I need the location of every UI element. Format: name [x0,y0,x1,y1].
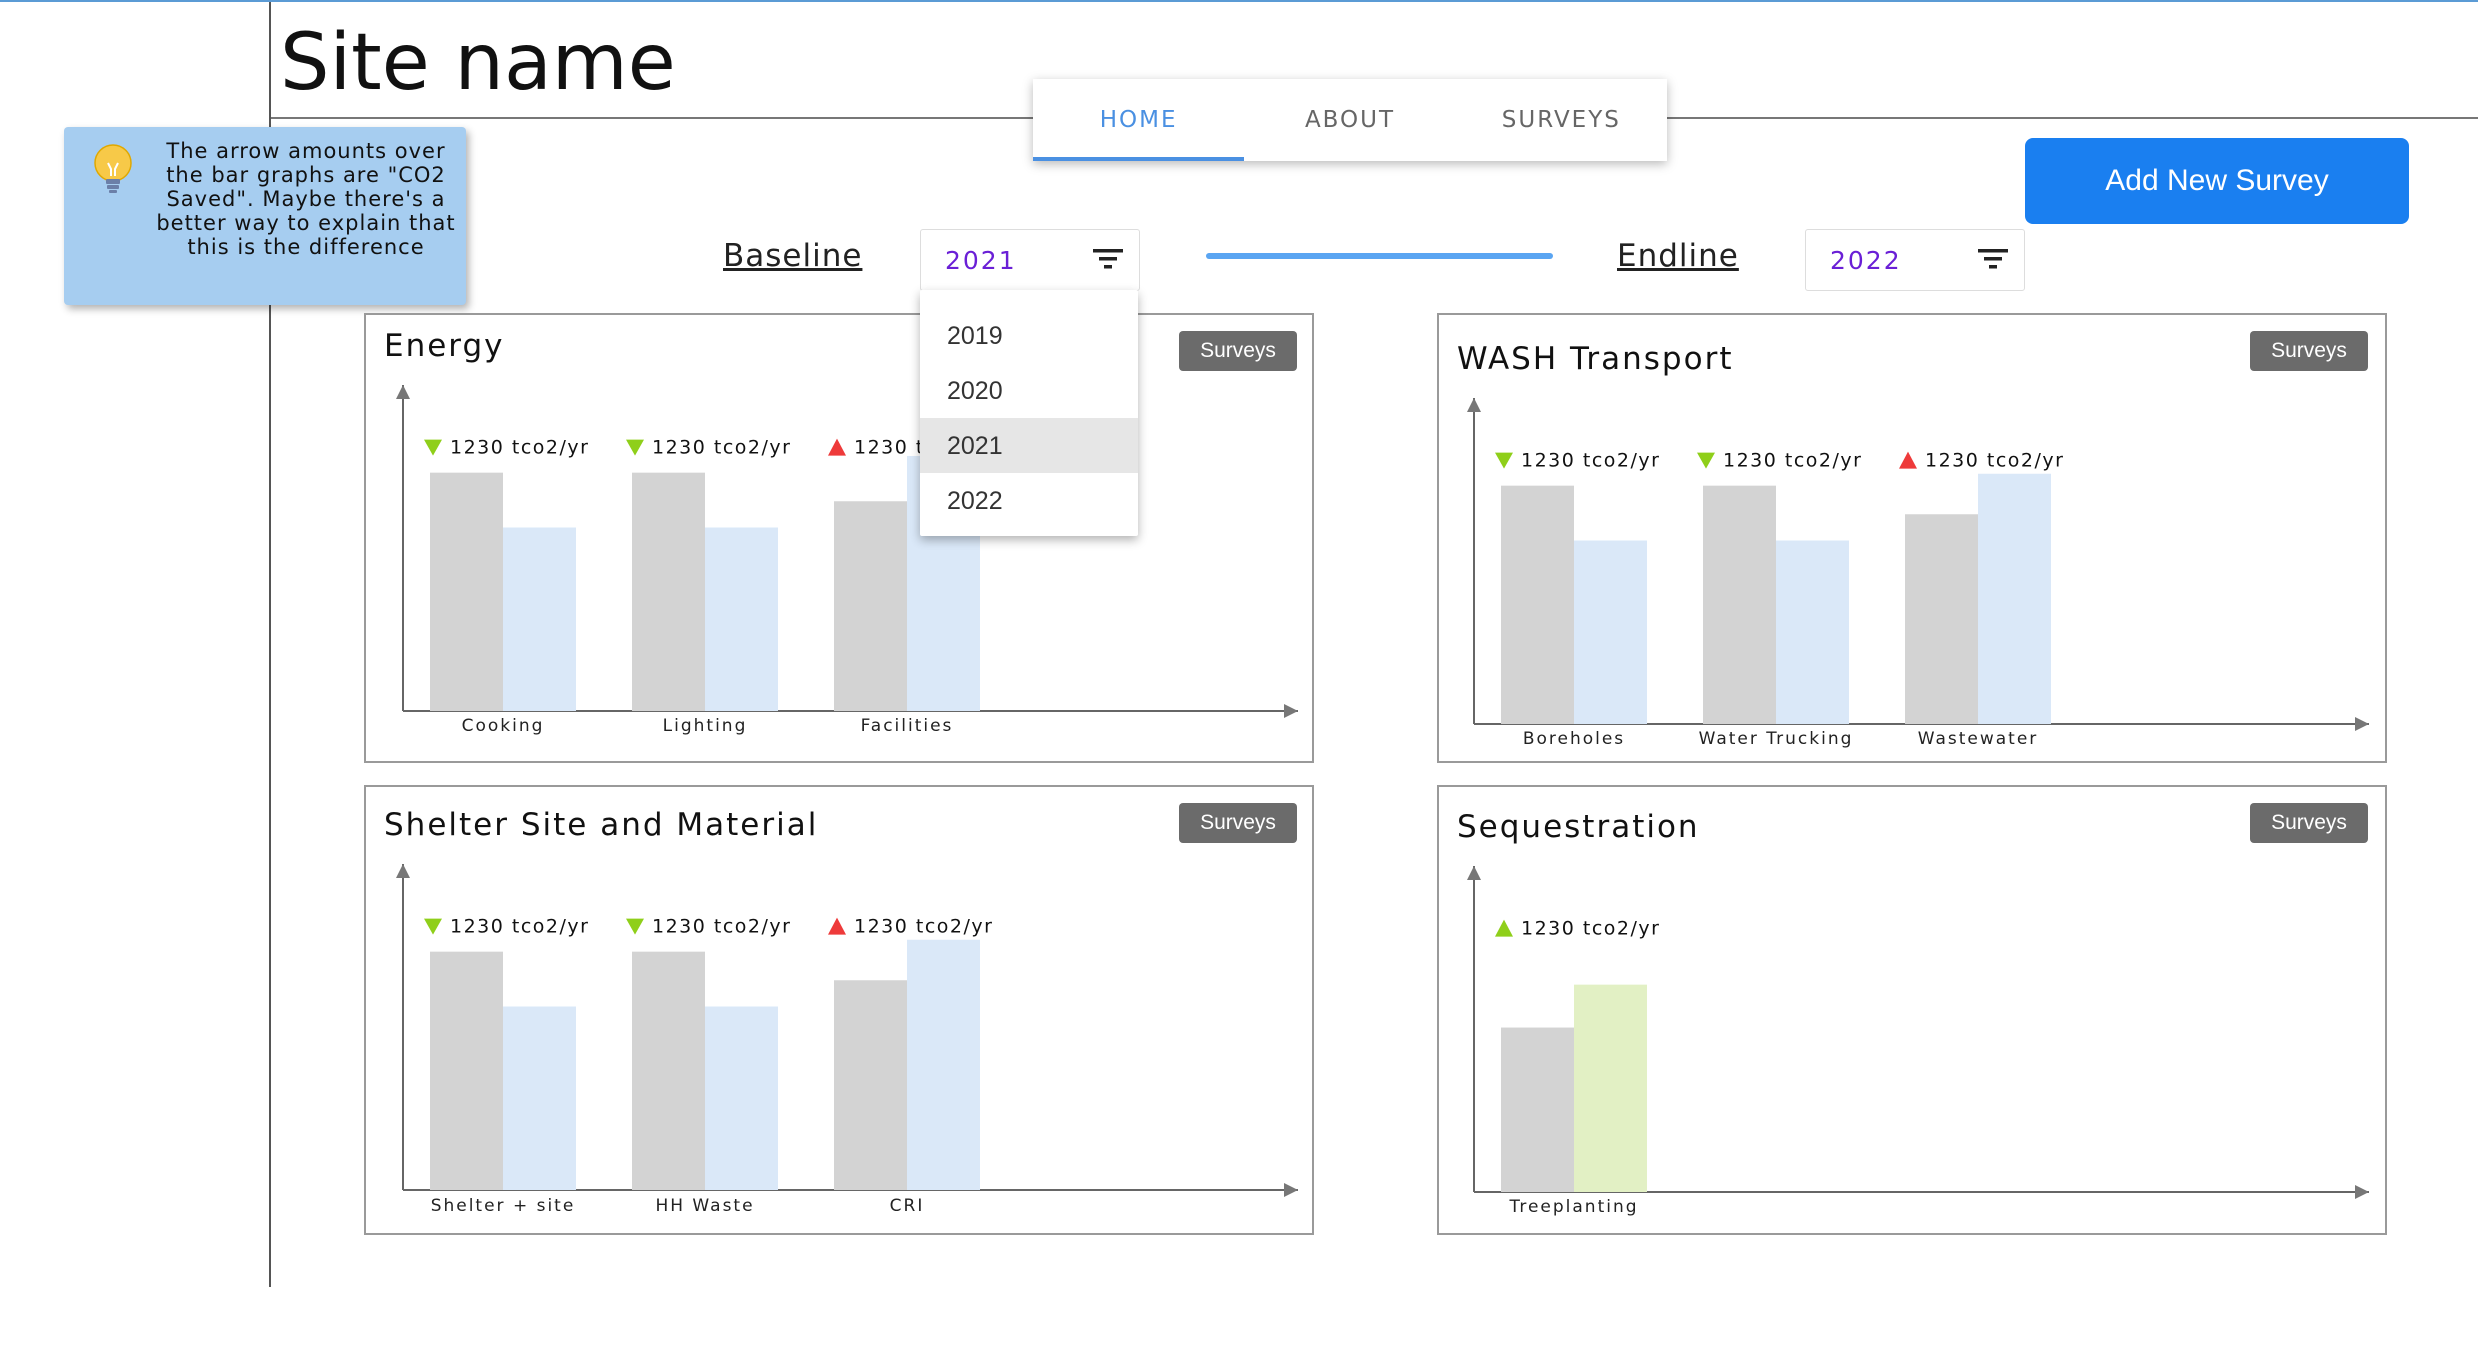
x-axis-arrow [2355,1185,2369,1199]
up-arrow-icon [828,917,846,935]
add-new-survey-button[interactable]: Add New Survey [2025,138,2409,224]
down-arrow-icon [626,918,644,935]
baseline-bar [632,472,705,711]
up-arrow-icon [828,438,846,456]
option-label: 2019 [947,322,1003,350]
option-label: 2021 [947,432,1003,460]
category-label: Shelter + site [431,1196,576,1216]
filter-icon [1978,249,2008,269]
y-axis-arrow [396,864,410,878]
energy-chart: Cooking 1230 tco2/yr Lighting 1230 tco2/yr F… [396,385,1298,736]
down-arrow-icon [626,439,644,456]
co2-saved-label: 1230 tco2/yr [1521,450,1660,472]
endline-bar [1574,984,1647,1192]
y-axis-arrow [1467,398,1481,412]
down-arrow-icon [424,918,442,935]
category-label: Cooking [462,716,545,736]
dropdown-option-2022[interactable]: 2022 [920,473,1138,528]
option-label: 2022 [947,487,1003,515]
co2-saved-label: 1230 tco2/yr [1925,450,2064,472]
endline-bar [1776,540,1849,724]
baseline-bar [834,980,907,1190]
baseline-bar [430,951,503,1190]
x-axis-arrow [1284,1183,1298,1197]
co2-saved-label: 1230 tco2/yr [652,437,791,459]
dropdown-option-2019[interactable]: 2019 [920,308,1138,363]
page-title: Site name [280,18,676,108]
tab-about[interactable]: ABOUT [1244,79,1455,161]
baseline-bar [834,501,907,711]
endline-select[interactable]: 2022 [1805,229,2025,291]
dropdown-option-2021[interactable]: 2021 [920,418,1138,473]
endline-bar [1574,540,1647,724]
category-label: Treeplanting [1508,1197,1638,1217]
baseline-endline-connector [1206,253,1553,259]
baseline-bar [1703,485,1776,724]
category-label: HH Waste [655,1196,754,1216]
baseline-bar [1501,485,1574,724]
shelter-chart: Shelter + site 1230 tco2/yr HH Waste 1230 t… [396,864,1298,1216]
endline-bar [705,1006,778,1190]
up-arrow-icon [1495,919,1513,937]
baseline-select[interactable]: 2021 [920,229,1140,291]
lightbulb-icon [94,144,132,193]
endline-select-value: 2022 [1830,246,1902,275]
down-arrow-icon [1495,452,1513,469]
y-axis-arrow [396,385,410,399]
nav-tabs: HOME ABOUT SURVEYS [1033,79,1667,161]
co2-saved-label: 1230 tco2/yr [450,916,589,938]
endline-bar [705,527,778,711]
option-label: 2020 [947,377,1003,405]
x-axis-arrow [1284,704,1298,718]
baseline-bar [1501,1027,1574,1192]
endline-label: Endline [1617,238,1739,274]
co2-saved-label: 1230 tco2/yr [652,916,791,938]
co2-saved-label: 1230 tco2/yr [1723,450,1862,472]
tab-surveys[interactable]: SURVEYS [1456,79,1667,161]
co2-saved-label: 1230 tco2/yr [854,916,993,938]
endline-bar [503,527,576,711]
baseline-bar [430,472,503,711]
endline-bar [1978,473,2051,724]
down-arrow-icon [424,439,442,456]
co2-saved-label: 1230 tco2/yr [1521,918,1660,940]
filter-icon [1093,249,1123,269]
endline-bar [907,939,980,1190]
baseline-bar [632,951,705,1190]
shelter-panel: Shelter Site and Material Surveys Shelte… [364,785,1314,1235]
category-label: Boreholes [1523,729,1625,749]
dropdown-option-2020[interactable]: 2020 [920,363,1138,418]
wash-transport-panel: WASH Transport Surveys Boreholes 1230 tco… [1437,313,2387,763]
baseline-select-value: 2021 [945,246,1017,275]
note-text: The arrow amounts over the bar graphs ar… [156,139,456,259]
category-label: Wastewater [1918,729,2039,749]
co2-saved-label: 1230 tco2/yr [450,437,589,459]
baseline-bar [1905,514,1978,724]
y-axis-arrow [1467,866,1481,880]
category-label: Water Trucking [1699,729,1854,749]
down-arrow-icon [1697,452,1715,469]
wash-transport-chart: Boreholes 1230 tco2/yr Water Trucking 1230 … [1467,398,2369,749]
tab-home[interactable]: HOME [1033,79,1245,161]
sequestration-chart: Treeplanting 1230 tco2/yr [1467,866,2369,1217]
sequestration-panel: Sequestration Surveys Treeplanting 1230 t… [1437,785,2387,1235]
category-label: Lighting [663,716,748,736]
energy-panel: Energy Surveys Cooking 1230 tco2/yr Lighti… [364,313,1314,763]
up-arrow-icon [1899,451,1917,469]
baseline-year-dropdown: 2019 2020 2021 2022 [920,290,1138,536]
sticky-note: The arrow amounts over the bar graphs ar… [64,127,466,305]
category-label: Facilities [861,716,954,736]
category-label: CRI [890,1196,925,1216]
x-axis-arrow [2355,717,2369,731]
top-border [0,0,2478,2]
baseline-label: Baseline [723,238,863,274]
endline-bar [503,1006,576,1190]
